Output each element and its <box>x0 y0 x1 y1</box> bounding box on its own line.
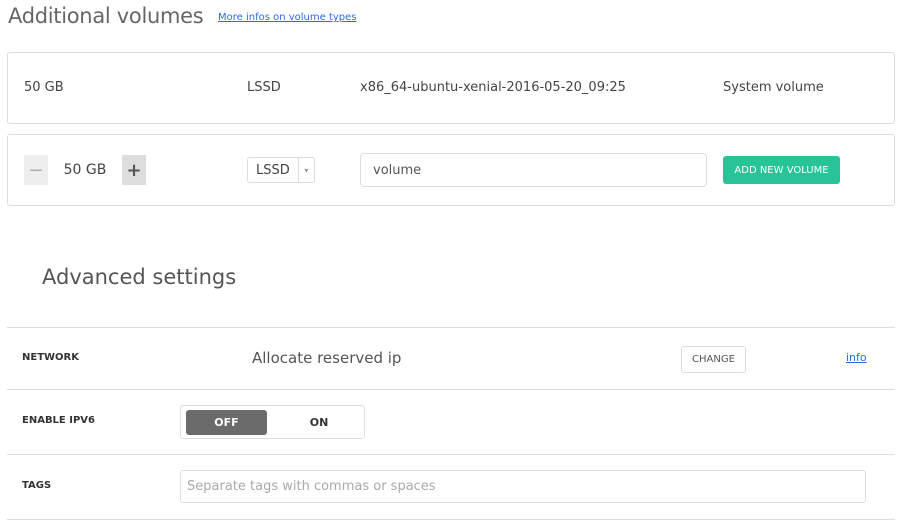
tags-label: TAGS <box>22 480 52 491</box>
new-volume-row: − 50 GB + LSSD ▾ volume ADD NEW VOLUME <box>7 134 895 206</box>
volume-name-input[interactable]: volume <box>360 153 707 187</box>
volume-size-stepper: − 50 GB + <box>24 155 146 185</box>
section-title-additional-volumes: Additional volumes <box>8 4 204 28</box>
ipv6-off-option[interactable]: OFF <box>186 410 267 435</box>
divider <box>7 519 895 520</box>
system-volume-row: 50 GB LSSD x86_64-ubuntu-xenial-2016-05-… <box>7 52 895 124</box>
section-title-advanced-settings: Advanced settings <box>42 265 237 289</box>
decrement-button[interactable]: − <box>24 155 48 185</box>
volume-types-info-link[interactable]: More infos on volume types <box>218 12 357 23</box>
volume-size: 50 GB <box>24 80 64 95</box>
ipv6-label: ENABLE IPV6 <box>22 415 95 426</box>
volume-image: x86_64-ubuntu-xenial-2016-05-20_09:25 <box>360 80 626 95</box>
volume-type: LSSD <box>247 80 281 95</box>
volume-size-value[interactable]: 50 GB <box>48 155 122 185</box>
divider <box>7 389 895 390</box>
ipv6-toggle[interactable]: OFF ON <box>180 405 365 439</box>
divider <box>7 454 895 455</box>
ipv6-on-option[interactable]: ON <box>281 410 357 435</box>
chevron-down-icon[interactable]: ▾ <box>299 158 314 182</box>
volume-type-select[interactable]: LSSD ▾ <box>247 157 315 183</box>
network-value: Allocate reserved ip <box>252 349 402 367</box>
add-new-volume-button[interactable]: ADD NEW VOLUME <box>723 156 840 184</box>
network-info-link[interactable]: info <box>846 351 867 364</box>
volume-role: System volume <box>723 80 824 95</box>
network-label: NETWORK <box>22 352 80 363</box>
change-network-button[interactable]: CHANGE <box>681 346 746 373</box>
divider <box>7 327 895 328</box>
volume-type-selected: LSSD <box>248 158 299 182</box>
increment-button[interactable]: + <box>122 155 146 185</box>
tags-input[interactable]: Separate tags with commas or spaces <box>180 470 866 503</box>
